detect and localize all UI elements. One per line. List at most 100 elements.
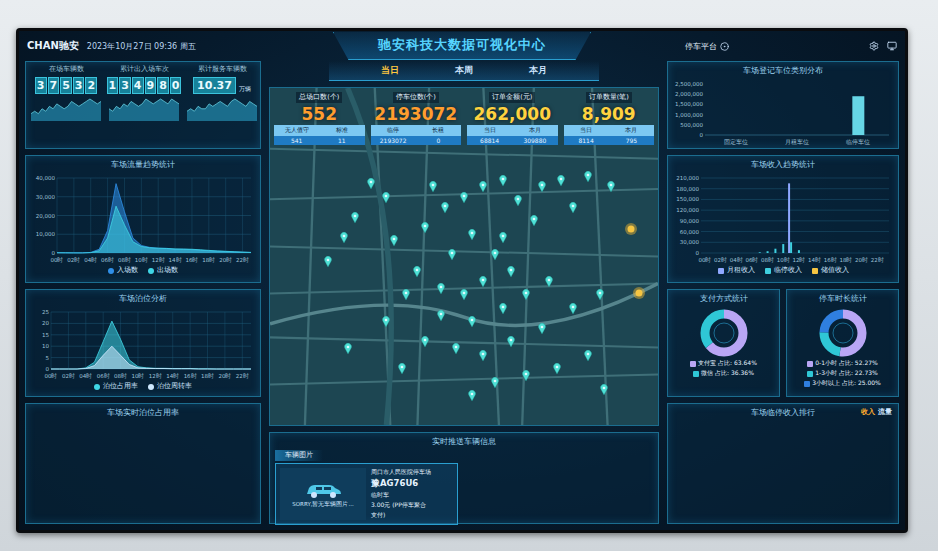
pin-icon: [340, 232, 348, 243]
digit: 3: [35, 77, 47, 94]
map-pin[interactable]: [553, 363, 561, 374]
map-pin[interactable]: [530, 215, 538, 226]
sub-value: 795: [609, 136, 654, 145]
map-pin[interactable]: [460, 192, 468, 203]
info-line: 周口市人民医院停车场: [371, 468, 453, 477]
income-bar: [800, 253, 802, 254]
map-pin[interactable]: [538, 323, 546, 334]
map-pin[interactable]: [624, 222, 638, 236]
map-pin[interactable]: [413, 266, 421, 277]
map-pin[interactable]: [479, 276, 487, 287]
stat-card: 总场口数(个)552无人值守541标准11: [274, 92, 365, 145]
map-pin[interactable]: [507, 266, 515, 277]
tab[interactable]: 当日: [373, 63, 407, 79]
income-bar: [827, 253, 829, 254]
map-pin[interactable]: [479, 350, 487, 361]
map-pin[interactable]: [507, 336, 515, 347]
map-pin[interactable]: [390, 235, 398, 246]
donut-label: 1-3小时 占比: 22.73%: [807, 369, 878, 378]
logo: CHAN驰安: [27, 39, 79, 53]
map-pin[interactable]: [538, 181, 546, 192]
pin-icon: [479, 181, 487, 192]
map-pin[interactable]: [499, 175, 507, 186]
map-pin[interactable]: [569, 202, 577, 213]
map-pin[interactable]: [460, 289, 468, 300]
map-pin[interactable]: [402, 289, 410, 300]
map-pin[interactable]: [344, 343, 352, 354]
map-pin[interactable]: [421, 222, 429, 233]
map-pin[interactable]: [398, 363, 406, 374]
income-bar: [812, 253, 814, 254]
pin-icon: [429, 181, 437, 192]
y-tick: 20: [42, 320, 49, 326]
income-bar: [704, 253, 706, 254]
map-pin[interactable]: [479, 181, 487, 192]
map-pin[interactable]: [441, 202, 449, 213]
pin-icon: [584, 350, 592, 361]
toggle-option[interactable]: 流量: [878, 407, 892, 417]
map-pin[interactable]: [367, 178, 375, 189]
map-pin[interactable]: [514, 195, 522, 206]
tab[interactable]: 本月: [521, 63, 555, 79]
income-bar: [765, 253, 767, 254]
pin-icon: [530, 215, 538, 226]
x-tick: 临停车位: [846, 138, 870, 145]
income-bar: [753, 253, 755, 254]
map-pin[interactable]: [468, 229, 476, 240]
map-pin[interactable]: [491, 249, 499, 260]
map-pin[interactable]: [491, 377, 499, 388]
map-pin[interactable]: [351, 212, 359, 223]
toggle-option[interactable]: 收入: [861, 407, 875, 417]
income-bar: [859, 253, 861, 254]
income-bar: [853, 253, 855, 254]
settings-icon[interactable]: [869, 41, 879, 51]
income-bar: [729, 253, 731, 254]
y-tick: 5: [46, 355, 50, 361]
map-pin[interactable]: [324, 256, 332, 267]
map-pin[interactable]: [522, 289, 530, 300]
map-pin[interactable]: [557, 175, 565, 186]
y-tick: 20,000: [36, 213, 56, 219]
map-pin[interactable]: [607, 181, 615, 192]
map-pin[interactable]: [584, 171, 592, 182]
map-pin[interactable]: [421, 336, 429, 347]
income-bar: [745, 253, 747, 254]
sub-value: 309880: [512, 136, 557, 145]
map-pin[interactable]: [429, 181, 437, 192]
map-pin[interactable]: [452, 343, 460, 354]
map-pin[interactable]: [468, 390, 476, 401]
pin-icon: [584, 171, 592, 182]
platform-switch[interactable]: 停车平台: [685, 41, 729, 52]
pin-icon: [507, 336, 515, 347]
map-pin[interactable]: [569, 303, 577, 314]
map-pin[interactable]: [448, 249, 456, 260]
map-pin[interactable]: [340, 232, 348, 243]
map-pin[interactable]: [499, 303, 507, 314]
map-pin[interactable]: [596, 289, 604, 300]
sub-value: 11: [319, 136, 364, 145]
map-pin[interactable]: [437, 310, 445, 321]
panel-title: 支付方式统计: [700, 293, 748, 307]
digit: 3: [119, 77, 131, 94]
map-pin[interactable]: [545, 276, 553, 287]
map-pin[interactable]: [382, 316, 390, 327]
map-pin[interactable]: [499, 232, 507, 243]
map-pin[interactable]: [584, 350, 592, 361]
header: CHAN驰安2023年10月27日 09:36 周五驰安科技大数据可视化中心停车…: [19, 31, 905, 61]
map-pin[interactable]: [522, 370, 530, 381]
x-tick: 02时: [62, 373, 75, 379]
vehicle-tab[interactable]: 车辆图片: [275, 450, 323, 461]
tab[interactable]: 本周: [447, 63, 481, 79]
y-tick: 150,000: [676, 196, 699, 202]
map-pin[interactable]: [437, 283, 445, 294]
pin-icon: [324, 256, 332, 267]
income-bar: [727, 253, 729, 254]
map-pin[interactable]: [632, 286, 646, 300]
stat-sub: 无人值守541: [274, 125, 319, 145]
stat-sub: 当日8114: [564, 125, 609, 145]
map-pin[interactable]: [600, 384, 608, 395]
map-pin[interactable]: [468, 316, 476, 327]
car-icon: [303, 481, 343, 499]
screen-icon[interactable]: [887, 41, 897, 51]
map-pin[interactable]: [382, 192, 390, 203]
